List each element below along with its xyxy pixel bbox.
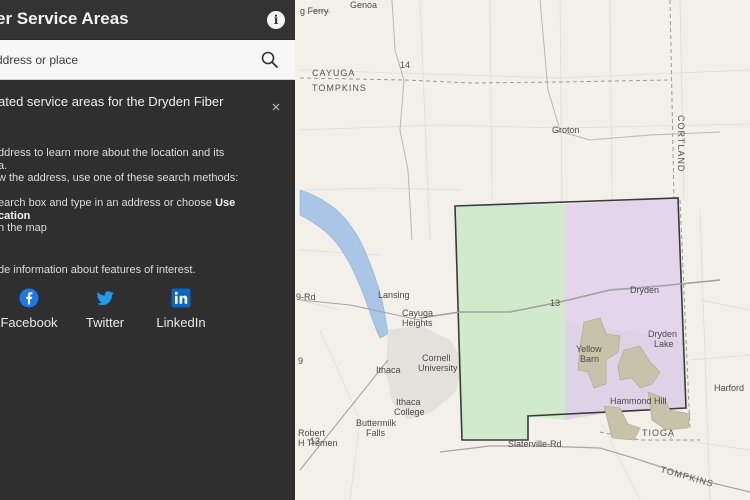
side-panel: er Service Areas i ated service areas fo… [0, 0, 295, 500]
service-area-green-west [455, 204, 565, 440]
label-route-13-south: 13 [310, 436, 320, 446]
label-ithaca: Ithaca [376, 365, 401, 375]
search-icon [261, 51, 278, 68]
label-cornell-1: Cornell [422, 353, 451, 363]
desc-line [0, 185, 293, 198]
service-area-purple [565, 198, 684, 340]
twitter-icon [96, 291, 114, 306]
label-dryden-lake-1: Dryden [648, 329, 677, 339]
intro-card: ated service areas for the Dryden Fiber … [0, 80, 295, 500]
close-intro-button[interactable] [270, 100, 282, 112]
label-dryden-lake-2: Lake [654, 339, 674, 349]
label-route-14: 14 [400, 60, 410, 70]
search-bar [0, 40, 295, 80]
features-text: de information about features of interes… [0, 264, 196, 276]
label-cayuga-heights-2: Heights [402, 318, 433, 328]
label-cayuga-heights-1: Cayuga [402, 308, 433, 318]
facebook-icon [19, 288, 39, 308]
linkedin-icon [171, 288, 191, 308]
label-yellow-barn-2: Barn [580, 354, 599, 364]
use-location-link[interactable]: Use [215, 197, 235, 209]
intro-description: ddress to learn more about the location … [0, 147, 293, 235]
app-title: er Service Areas [0, 9, 129, 28]
panel-header: er Service Areas i [0, 0, 295, 40]
label-tioga-county: TIOGA [642, 428, 675, 438]
label-tompkins-county: TOMPKINS [312, 83, 367, 93]
desc-line: w the address, use one of these search m… [0, 172, 239, 184]
intro-title: ated service areas for the Dryden Fiber [0, 94, 224, 109]
desc-line: n the map [0, 222, 47, 234]
desc-line: earch box and type in an address or choo… [0, 197, 293, 210]
label-hammond-hill: Hammond Hill [610, 396, 667, 406]
label-ithaca-college-2: College [394, 407, 425, 417]
share-linkedin[interactable]: LinkedIn [136, 288, 226, 330]
label-lansing: Lansing [378, 290, 410, 300]
search-input[interactable] [0, 40, 246, 80]
label-ferry: g Ferry [300, 6, 329, 16]
label-cornell-2: University [418, 363, 458, 373]
label-harford: Harford [714, 383, 744, 393]
label-buttermilk-1: Buttermilk [356, 418, 397, 428]
label-rd-west: 9-Rd [296, 292, 316, 302]
label-genoa: Genoa [350, 0, 377, 10]
label-cortland-county: CORTLAND [676, 115, 686, 172]
label-route-9: 9 [298, 356, 303, 366]
label-slaterville-rd: Slaterville-Rd [508, 439, 562, 449]
desc-line: ddress to learn more about the location … [0, 147, 225, 159]
desc-line: a. [0, 159, 8, 172]
info-icon: i [273, 13, 279, 27]
label-ithaca-college-1: Ithaca [396, 397, 421, 407]
label-dryden: Dryden [630, 285, 659, 295]
desc-line-location[interactable]: cation [0, 210, 293, 223]
close-icon [272, 103, 280, 111]
label-cayuga-county: CAYUGA [312, 68, 355, 78]
label-buttermilk-2: Falls [366, 428, 386, 438]
label-route-13-east: 13 [550, 298, 560, 308]
desc-line-text: earch box and type in an address or choo… [0, 197, 216, 209]
search-button[interactable] [260, 50, 280, 70]
label-yellow-barn-1: Yellow [576, 344, 602, 354]
share-linkedin-label: LinkedIn [156, 315, 206, 330]
label-groton: Groton [552, 125, 580, 135]
info-button[interactable]: i [267, 11, 285, 29]
